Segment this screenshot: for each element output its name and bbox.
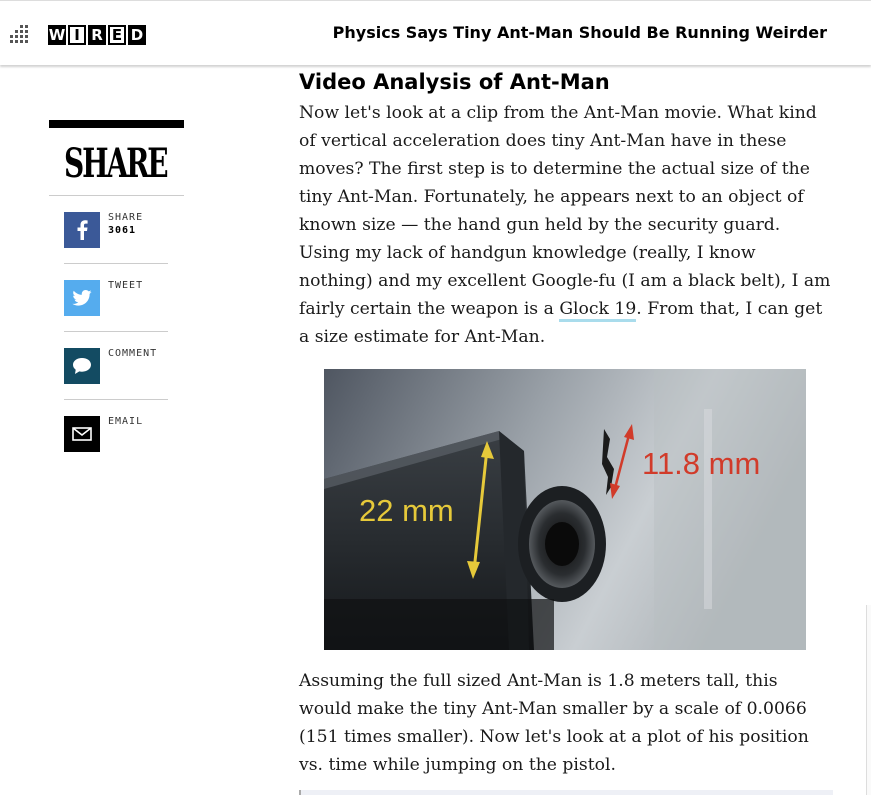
menu-grid-icon[interactable] xyxy=(8,25,30,45)
comment-button[interactable]: COMMENT xyxy=(64,348,184,384)
facebook-share-label: SHARE xyxy=(108,212,144,223)
gun-size-label: 22 mm xyxy=(359,493,454,528)
tweet-button[interactable]: TWEET xyxy=(64,280,184,316)
embedded-content-edge xyxy=(299,790,833,795)
section-heading: Video Analysis of Ant-Man xyxy=(299,70,610,94)
facebook-icon xyxy=(64,212,100,248)
facebook-share-button[interactable]: SHARE 3061 xyxy=(64,212,184,248)
logo-letter: W xyxy=(48,25,66,45)
article-paragraph: Now let's look at a clip from the Ant-Ma… xyxy=(299,99,834,351)
scroll-edge xyxy=(866,605,871,795)
comment-label: COMMENT xyxy=(108,348,158,359)
email-label: EMAIL xyxy=(108,416,144,427)
article-body: Assuming the full sized Ant-Man is 1.8 m… xyxy=(299,664,834,779)
share-divider xyxy=(49,195,184,196)
share-divider xyxy=(64,263,168,264)
email-icon xyxy=(64,416,100,452)
comment-icon xyxy=(64,348,100,384)
share-divider xyxy=(64,399,168,400)
logo-letter: I xyxy=(68,25,86,45)
glock-19-link[interactable]: Glock 19 xyxy=(559,299,637,322)
twitter-icon xyxy=(64,280,100,316)
article-paragraph: Assuming the full sized Ant-Man is 1.8 m… xyxy=(299,671,809,775)
logo-letter: R xyxy=(88,25,106,45)
logo-letter: D xyxy=(128,25,146,45)
share-divider xyxy=(64,331,168,332)
paragraph-text: Now let's look at a clip from the Ant-Ma… xyxy=(299,103,831,319)
wired-logo[interactable]: W I R E D xyxy=(48,25,146,45)
article-body: Video Analysis of Ant-Man Now let's look… xyxy=(299,68,834,351)
email-share-button[interactable]: EMAIL xyxy=(64,416,184,452)
share-heading: SHARE xyxy=(64,140,169,187)
logo-letter: E xyxy=(108,25,126,45)
share-count: 3061 xyxy=(108,225,137,236)
figure-image: 22 mm 11.8 mm xyxy=(324,369,806,650)
share-top-bar xyxy=(49,120,184,128)
header-article-title: Physics Says Tiny Ant-Man Should Be Runn… xyxy=(332,23,827,42)
ant-size-label: 11.8 mm xyxy=(642,446,760,481)
site-header: W I R E D Physics Says Tiny Ant-Man Shou… xyxy=(0,0,871,65)
ant-man-size-figure: 22 mm 11.8 mm xyxy=(324,369,806,650)
tweet-label: TWEET xyxy=(108,280,144,291)
